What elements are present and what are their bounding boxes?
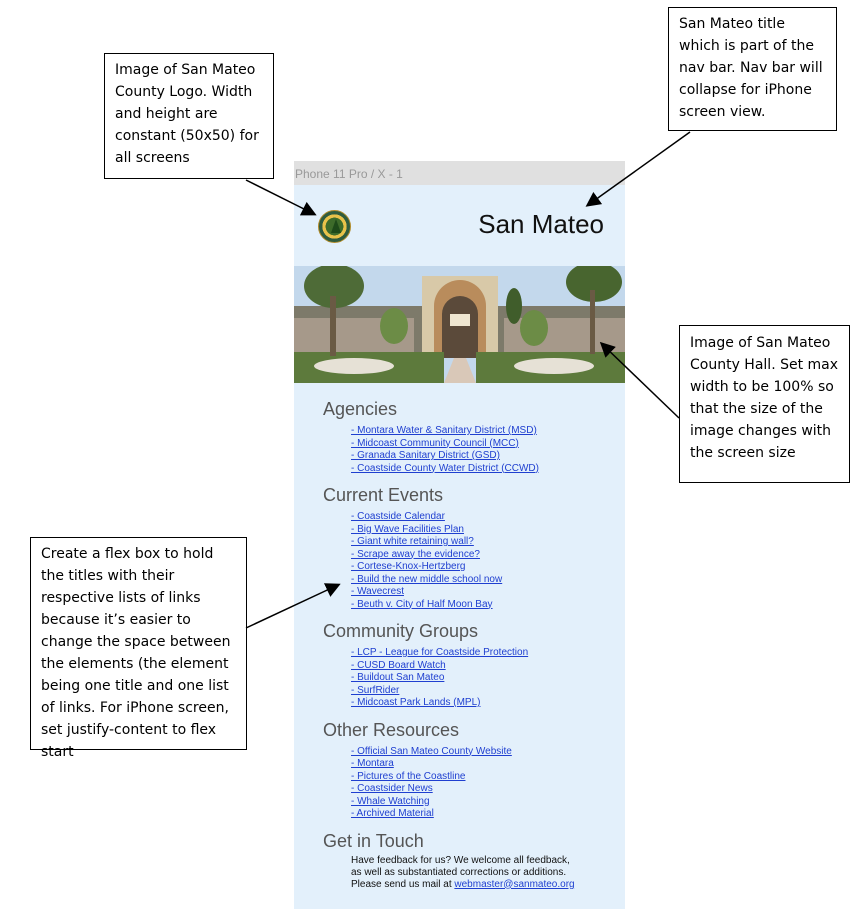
logo-arrow — [245, 179, 317, 216]
title-arrow — [585, 131, 691, 207]
flexbox-arrow — [245, 583, 341, 629]
annotation-arrows — [245, 131, 691, 629]
hall-arrow — [599, 341, 680, 419]
